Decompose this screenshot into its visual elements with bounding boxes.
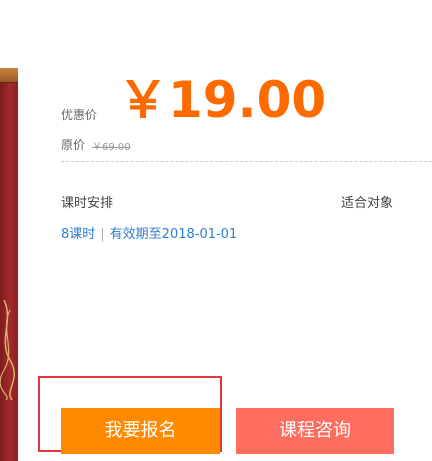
course-purchase-panel: 优惠价 ￥19.00 原价 ￥69.00 课时安排 适合对象 8课时 | 有效期至2… [0,0,432,461]
audience-heading: 适合对象 [341,196,394,211]
consult-button[interactable]: 课程咨询 [236,408,394,454]
course-cover-image [0,68,18,461]
original-price-value: ￥69.00 [92,142,131,153]
course-cover-cap [0,68,18,83]
original-price-label: 原价 [61,138,86,152]
discount-price-label: 优惠价 [61,108,98,122]
validity-date: 有效期至2018-01-01 [109,227,238,242]
schedule-details: 8课时 | 有效期至2018-01-01 [61,223,237,242]
schedule-separator: | [100,227,105,242]
schedule-heading: 课时安排 [61,196,114,211]
discount-price-value: ￥19.00 [118,71,327,129]
enroll-button[interactable]: 我要报名 [61,408,220,454]
cover-rope-decoration [0,300,15,400]
lesson-count: 8课时 [61,227,96,242]
dashed-divider [61,161,432,162]
